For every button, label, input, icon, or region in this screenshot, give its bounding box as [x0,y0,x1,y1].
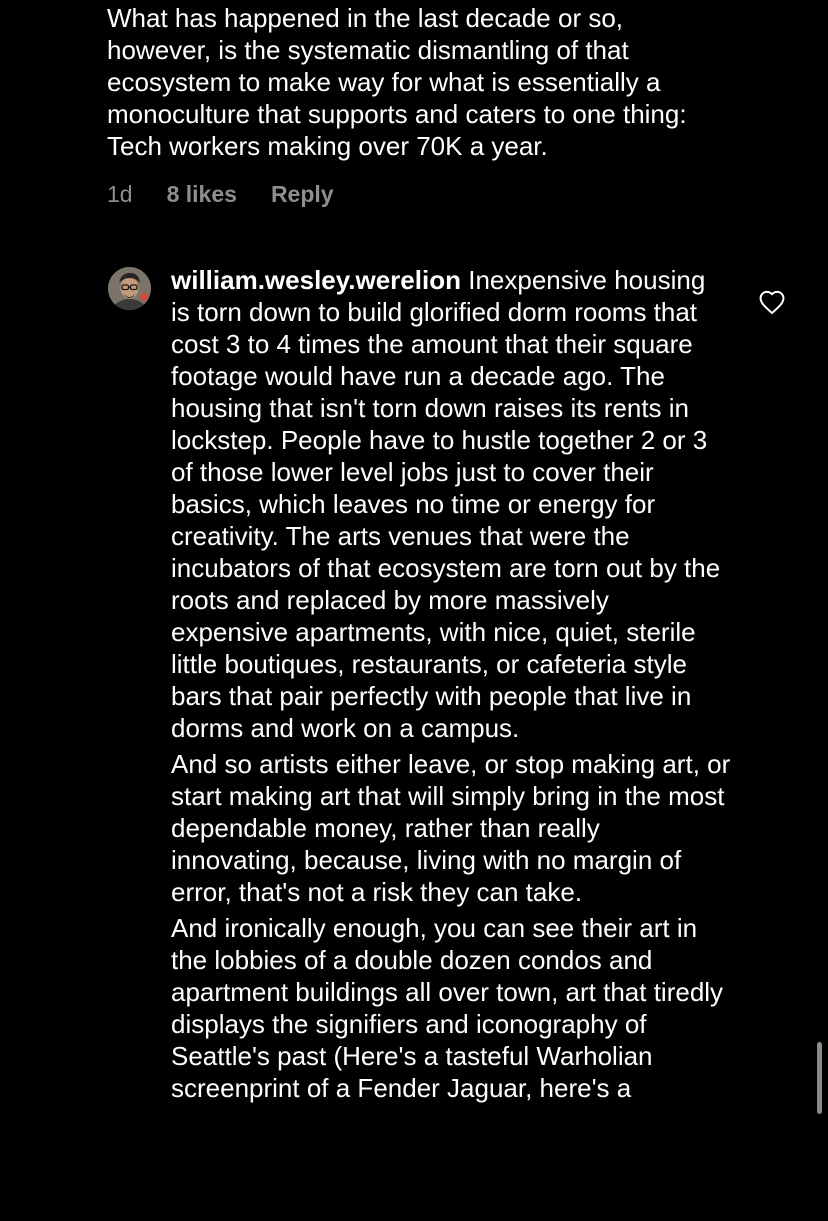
scrollbar-thumb[interactable] [817,1042,822,1114]
profile-photo-icon [108,267,151,310]
comment-username[interactable]: william.wesley.werelion [171,265,461,295]
comment-paragraph-text: Inexpensive housing is torn down to buil… [171,265,721,743]
heart-outline-icon [759,290,785,315]
comment-text: william.wesley.werelion Inexpensive hous… [171,264,731,1108]
previous-comment-text: What has happened in the last decade or … [107,3,687,161]
like-button[interactable] [758,289,786,315]
comment-timestamp: 1d [107,180,133,207]
comment-paragraph: And so artists either leave, or stop mak… [171,749,731,907]
likes-count[interactable]: 8 likes [167,181,237,208]
reply-button[interactable]: Reply [271,181,334,208]
comment-paragraph: william.wesley.werelion Inexpensive hous… [171,264,731,744]
comment-actions: 1d 8 likes Reply [107,178,334,210]
comment-paragraph: And ironically enough, you can see their… [171,913,724,1103]
avatar[interactable] [108,267,151,310]
